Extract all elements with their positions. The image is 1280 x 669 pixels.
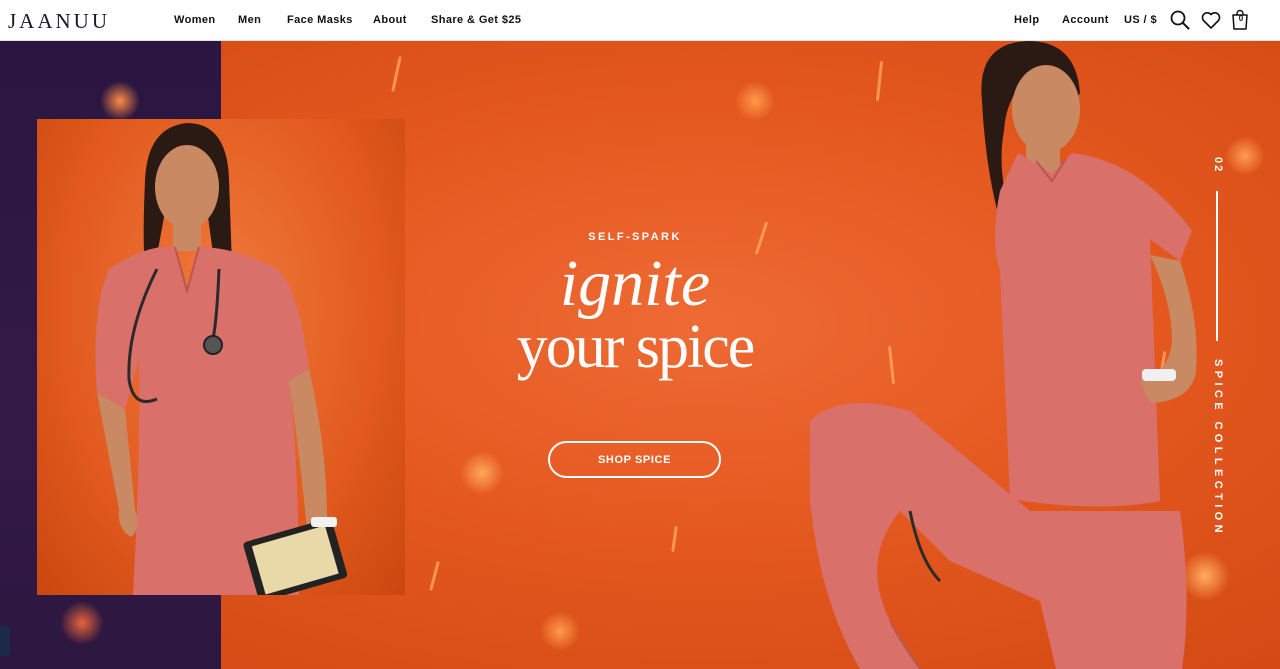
hero-copy: SELF-SPARK ignite your spice bbox=[470, 231, 800, 379]
nav-about[interactable]: About bbox=[373, 14, 407, 26]
model-photo-right bbox=[810, 41, 1197, 669]
nav-men[interactable]: Men bbox=[238, 14, 261, 26]
spark-decoration bbox=[429, 561, 440, 591]
search-icon[interactable] bbox=[1169, 9, 1191, 31]
chat-widget-tab[interactable] bbox=[0, 626, 10, 656]
nav-share-referral[interactable]: Share & Get $25 bbox=[431, 14, 521, 26]
ember-decoration bbox=[60, 601, 104, 645]
spark-decoration bbox=[671, 525, 678, 553]
spark-decoration bbox=[391, 56, 402, 92]
account-link[interactable]: Account bbox=[1062, 14, 1109, 26]
model-photo-left bbox=[37, 119, 405, 595]
hero-headline-line2: your spice bbox=[516, 313, 756, 381]
slide-index: 02 bbox=[1212, 157, 1224, 174]
shop-spice-button[interactable]: SHOP SPICE bbox=[548, 441, 721, 478]
brand-logo[interactable]: JAANUU bbox=[8, 9, 110, 34]
shopping-bag-icon[interactable]: 0 bbox=[1230, 9, 1252, 31]
ember-decoration bbox=[100, 81, 140, 121]
nav-face-masks[interactable]: Face Masks bbox=[287, 14, 353, 26]
locale-selector[interactable]: US / $ bbox=[1124, 14, 1157, 26]
hero-banner: SELF-SPARK ignite your spice SHOP SPICE … bbox=[0, 41, 1280, 669]
cart-count-badge: 0 bbox=[1238, 14, 1244, 23]
collection-label: SPICE COLLECTION bbox=[1212, 359, 1224, 537]
ember-decoration bbox=[735, 81, 775, 121]
nav-women[interactable]: Women bbox=[174, 14, 216, 26]
hero-headline-line1: ignite bbox=[559, 247, 711, 320]
hero-eyebrow: SELF-SPARK bbox=[588, 231, 682, 243]
site-header: JAANUU Women Men Face Masks About Share … bbox=[0, 0, 1280, 41]
ember-decoration bbox=[540, 611, 580, 651]
ember-decoration bbox=[460, 451, 504, 495]
slide-divider bbox=[1216, 191, 1218, 341]
heart-icon[interactable] bbox=[1200, 9, 1222, 31]
help-link[interactable]: Help bbox=[1014, 14, 1039, 26]
